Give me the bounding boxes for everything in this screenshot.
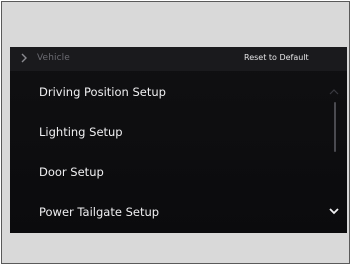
menu-item-door-setup[interactable]: Door Setup — [39, 164, 104, 180]
menu-item-lighting-setup[interactable]: Lighting Setup — [39, 124, 123, 140]
chevron-up-icon — [329, 89, 339, 95]
setup-screen: Vehicle Reset to Default Driving Positio… — [10, 47, 347, 233]
reset-to-default-button[interactable]: Reset to Default — [244, 52, 309, 64]
menu-item-driving-position-setup[interactable]: Driving Position Setup — [39, 84, 166, 100]
breadcrumb: Vehicle — [37, 53, 70, 63]
scrollbar[interactable] — [334, 102, 336, 152]
menu-item-power-tailgate-setup[interactable]: Power Tailgate Setup — [39, 204, 159, 220]
display-frame: Vehicle Reset to Default Driving Positio… — [1, 1, 350, 264]
header-bar: Vehicle Reset to Default — [10, 47, 347, 71]
chevron-right-icon[interactable] — [19, 52, 29, 64]
chevron-down-icon[interactable] — [328, 207, 340, 215]
